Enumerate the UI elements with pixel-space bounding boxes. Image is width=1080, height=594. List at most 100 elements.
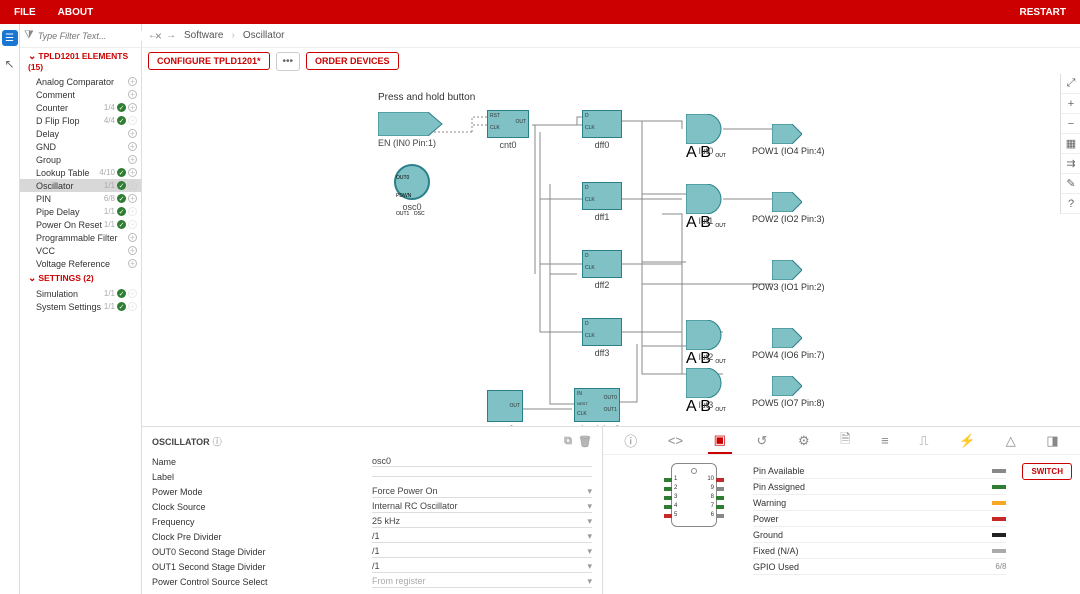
tab-settings-icon[interactable]: ⚙ xyxy=(792,429,816,453)
expand-icon[interactable]: ↖ xyxy=(2,56,18,72)
tab-wave-icon[interactable]: ⎍ xyxy=(913,429,934,453)
more-button[interactable]: ••• xyxy=(276,52,301,71)
menu-file[interactable]: FILE xyxy=(14,7,36,18)
por0-label: por0 xyxy=(487,424,523,426)
tree-item[interactable]: PIN6/8✓+ xyxy=(20,192,141,205)
tree-item[interactable]: Voltage Reference+ xyxy=(20,257,141,270)
tab-warning-icon[interactable]: △ xyxy=(1000,429,1022,453)
bottom-tabs: ⓘ <> ▣ ↺ ⚙ 🗎 ≡ ⎍ ⚡ △ ◨ xyxy=(603,427,1080,455)
filter-input[interactable] xyxy=(38,31,155,41)
chip-diagram: 12345109876 xyxy=(671,463,717,527)
delete-icon[interactable]: 🗑 xyxy=(578,435,592,448)
menu-restart[interactable]: RESTART xyxy=(1020,7,1066,18)
help-icon[interactable]: ? xyxy=(1061,194,1080,214)
properties-title: OSCILLATOR xyxy=(152,437,210,447)
dff0-label: dff0 xyxy=(582,140,622,150)
dff3-label: dff3 xyxy=(582,348,622,358)
lut2-label: lut2 xyxy=(686,352,726,362)
tree-header-elements[interactable]: TPLD1201 ELEMENTS (15) xyxy=(20,48,141,75)
dff2-block[interactable]: D CLK xyxy=(582,250,622,278)
element-sidebar: ⧩ × TPLD1201 ELEMENTS (15) Analog Compar… xyxy=(20,24,142,594)
panel-toggle-icon[interactable]: ☰ xyxy=(2,30,18,46)
canvas-hint-text: Press and hold button xyxy=(378,92,475,103)
tree-item[interactable]: D Flip Flop4/4✓+ xyxy=(20,114,141,127)
dff2-label: dff2 xyxy=(582,280,622,290)
pow3-label: POW3 (IO1 Pin:2) xyxy=(752,282,825,292)
canvas-toolbar: ⤢ + − ▦ ⇉ ✎ ? xyxy=(1060,74,1080,214)
schematic-canvas[interactable]: Press and hold button EN (IN0 Pin:1) OUT… xyxy=(142,74,1080,426)
lut3-label: lut3 xyxy=(686,400,726,410)
tree-item[interactable]: Pipe Delay1/1✓+ xyxy=(20,205,141,218)
breadcrumb-part[interactable]: Software xyxy=(184,30,223,41)
breadcrumb: ← → Software › Oscillator xyxy=(142,24,1080,48)
property-row[interactable]: Power Control Source SelectFrom register… xyxy=(152,574,592,589)
zoom-fit-icon[interactable]: ⤢ xyxy=(1061,74,1080,94)
legend-row: Warning xyxy=(753,495,1006,511)
tab-power-icon[interactable]: ⚡ xyxy=(953,429,981,453)
legend-row: Fixed (N/A) xyxy=(753,543,1006,559)
dff1-block[interactable]: D CLK xyxy=(582,182,622,210)
pin-legend: Pin AvailablePin AssignedWarningPowerGro… xyxy=(753,463,1006,586)
tree-item[interactable]: GND+ xyxy=(20,140,141,153)
property-row[interactable]: Clock Pre Divider/1▾ xyxy=(152,529,592,544)
tree-item[interactable]: Comment+ xyxy=(20,88,141,101)
pipedelay0-block[interactable]: IN NRST CLK OUT0 OUT1 xyxy=(574,388,620,422)
tree-item[interactable]: Simulation1/1✓+ xyxy=(20,287,141,300)
property-row[interactable]: OUT1 Second Stage Divider/1▾ xyxy=(152,559,592,574)
property-row[interactable]: Clock SourceInternal RC Oscillator▾ xyxy=(152,499,592,514)
tab-layout-icon[interactable]: ◨ xyxy=(1040,429,1064,453)
cnt0-block[interactable]: RST CLK OUT xyxy=(487,110,529,138)
en-pin-block[interactable] xyxy=(378,112,444,141)
tree-item[interactable]: Group+ xyxy=(20,153,141,166)
tree-item[interactable]: Counter1/4✓+ xyxy=(20,101,141,114)
tree-item[interactable]: Oscillator1/1✓+ xyxy=(20,179,141,192)
dff1-label: dff1 xyxy=(582,212,622,222)
zoom-out-icon[interactable]: − xyxy=(1061,114,1080,134)
tree-item[interactable]: Delay+ xyxy=(20,127,141,140)
property-row[interactable]: OUT0 Second Stage Divider/1▾ xyxy=(152,544,592,559)
properties-panel: OSCILLATOR ⓘ ⧉ 🗑 Nameosc0LabelPower Mode… xyxy=(142,427,602,594)
copy-icon[interactable]: ⧉ xyxy=(564,435,572,448)
tree-header-settings[interactable]: SETTINGS (2) xyxy=(20,270,141,287)
tab-chip-icon[interactable]: ▣ xyxy=(708,428,732,454)
filter-icon: ⧩ xyxy=(24,29,34,42)
tab-history-icon[interactable]: ↺ xyxy=(750,429,773,453)
tab-code-icon[interactable]: <> xyxy=(662,429,689,452)
tab-document-icon[interactable]: 🗎 xyxy=(834,426,856,456)
tab-info-icon[interactable]: ⓘ xyxy=(618,427,643,454)
zoom-in-icon[interactable]: + xyxy=(1061,94,1080,114)
nav-forward-icon[interactable]: → xyxy=(166,30,176,41)
legend-row: Pin Assigned xyxy=(753,479,1006,495)
property-row[interactable]: Frequency25 kHz▾ xyxy=(152,514,592,529)
tree-item[interactable]: VCC+ xyxy=(20,244,141,257)
en-pin-label: EN (IN0 Pin:1) xyxy=(378,138,458,148)
configure-button[interactable]: CONFIGURE TPLD1201* xyxy=(148,52,270,70)
menu-about[interactable]: ABOUT xyxy=(58,7,94,18)
property-row[interactable]: Label xyxy=(152,469,592,484)
top-menu-bar: FILE ABOUT RESTART xyxy=(0,0,1080,24)
switch-button[interactable]: SWITCH xyxy=(1022,463,1072,480)
pipedelay0-label: pipedelay0 xyxy=(568,424,628,426)
snap-icon[interactable]: ⇉ xyxy=(1061,154,1080,174)
grid-icon[interactable]: ▦ xyxy=(1061,134,1080,154)
por0-block[interactable]: OUT xyxy=(487,390,523,422)
property-row[interactable]: Nameosc0 xyxy=(152,454,592,469)
breadcrumb-part[interactable]: Oscillator xyxy=(243,30,285,41)
tree-item[interactable]: Lookup Table4/10✓+ xyxy=(20,166,141,179)
tree-item[interactable]: Power On Reset1/1✓+ xyxy=(20,218,141,231)
pow1-label: POW1 (IO4 Pin:4) xyxy=(752,146,825,156)
order-devices-button[interactable]: ORDER DEVICES xyxy=(306,52,399,70)
tree-item[interactable]: System Settings1/1✓+ xyxy=(20,300,141,313)
pow4-label: POW4 (IO6 Pin:7) xyxy=(752,350,825,360)
dff3-block[interactable]: D CLK xyxy=(582,318,622,346)
edit-icon[interactable]: ✎ xyxy=(1061,174,1080,194)
nav-back-icon[interactable]: ← xyxy=(148,30,158,41)
tree-item[interactable]: Analog Comparator+ xyxy=(20,75,141,88)
tab-list-icon[interactable]: ≡ xyxy=(875,429,895,452)
tree-item[interactable]: Programmable Filter+ xyxy=(20,231,141,244)
osc0-block[interactable]: OUT0 PDWN OUT1 OSC xyxy=(394,164,430,200)
dff0-block[interactable]: D CLK xyxy=(582,110,622,138)
property-row[interactable]: Power ModeForce Power On▾ xyxy=(152,484,592,499)
legend-row: Ground xyxy=(753,527,1006,543)
cnt0-label: cnt0 xyxy=(487,140,529,150)
